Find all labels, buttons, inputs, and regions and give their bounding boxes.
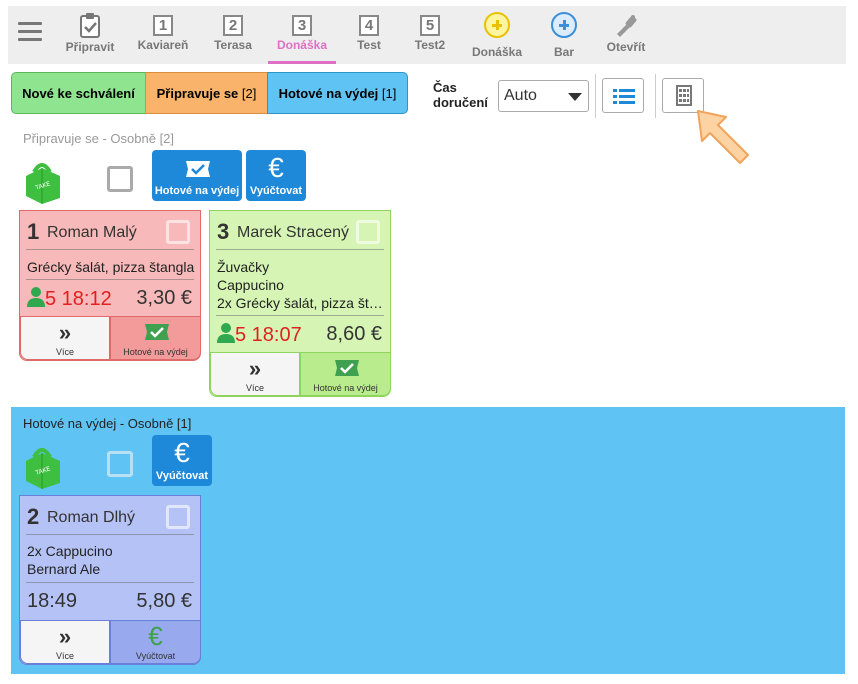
filter-preparing[interactable]: Připravuje se [2] <box>145 72 268 114</box>
order-items: Žuvačky Cappucino 2x Grécky šalát, pizza… <box>217 259 383 311</box>
nav-label: Kaviareň <box>137 38 189 52</box>
card-ready-button[interactable]: Hotové na výdej <box>110 316 201 360</box>
order-checkbox[interactable] <box>166 505 190 529</box>
filter-label: Připravuje se <box>156 86 239 101</box>
divider <box>26 249 194 250</box>
nav-label: Bar <box>553 45 574 59</box>
list-view-button[interactable] <box>602 78 644 113</box>
select-all-checkbox[interactable] <box>107 166 133 192</box>
delivery-time-label: Čas doručení <box>433 80 488 110</box>
section-title-preparing: Připravuje se - Osobně [2] <box>23 131 175 146</box>
select-all-checkbox[interactable] <box>107 451 133 477</box>
delivery-time-select[interactable]: Auto <box>498 80 589 112</box>
double-chevron-right-icon: » <box>58 320 72 345</box>
nav-label: Připravit <box>65 40 115 54</box>
nav-label: Terasa <box>214 38 252 52</box>
order-number: 2 <box>27 504 40 529</box>
plus-circle-blue-icon <box>551 12 577 38</box>
ticket-check-icon <box>186 161 210 177</box>
table-4-icon: 4 <box>359 15 379 36</box>
more-button[interactable]: » Více <box>210 352 300 396</box>
euro-icon: € <box>148 621 163 651</box>
divider <box>595 74 596 118</box>
mark-ready-button[interactable]: Hotové na výdej <box>152 150 242 201</box>
bill-button[interactable]: € Vyúčtovat <box>152 435 212 486</box>
nav-item-test[interactable]: 4 Test <box>353 12 385 64</box>
divider <box>216 315 384 316</box>
double-chevron-right-icon: » <box>58 624 72 649</box>
order-price: 5,80 € <box>136 590 192 612</box>
euro-icon: € <box>268 152 284 183</box>
more-button[interactable]: » Více <box>20 316 110 360</box>
filter-label: Hotové na výdej <box>278 86 379 101</box>
order-checkbox[interactable] <box>356 220 380 244</box>
customer-name: Marek Stracený <box>237 224 350 241</box>
pointer-arrow-icon <box>697 110 749 164</box>
nav-label: Donáška <box>276 38 328 52</box>
order-card[interactable]: 1 Roman Malý Grécky šalát, pizza štangla… <box>19 210 201 361</box>
double-chevron-right-icon: » <box>248 356 262 381</box>
order-time: 18:49 <box>27 590 78 612</box>
top-nav-bar: Připravit 1 Kaviareň 2 Terasa 3 Donáška … <box>8 6 846 64</box>
order-number: 3 <box>217 219 230 244</box>
nav-label: Otevřít <box>606 40 646 54</box>
takeaway-bag-icon: TAKE <box>26 448 60 489</box>
customer-name: Roman Dlhý <box>47 509 136 526</box>
table-2-icon: 2 <box>223 15 243 36</box>
order-time: 5 18:12 <box>27 287 112 311</box>
order-checkbox[interactable] <box>166 220 190 244</box>
chevron-down-icon <box>568 93 582 101</box>
filter-ready[interactable]: Hotové na výdej [1] <box>267 72 408 114</box>
more-button[interactable]: » Více <box>20 620 110 664</box>
nav-item-test2[interactable]: 5 Test2 <box>412 12 448 64</box>
filter-label: Nové ke schválení <box>22 86 135 101</box>
order-items: Grécky šalát, pizza štangla <box>27 259 195 275</box>
table-5-icon: 5 <box>420 15 440 36</box>
card-bill-button[interactable]: € Vyúčtovat <box>110 620 201 664</box>
hamburger-menu-icon[interactable] <box>18 22 42 42</box>
order-time: 5 18:07 <box>217 323 302 347</box>
ticket-check-icon <box>145 324 169 340</box>
nav-item-pripravit[interactable]: Připravit <box>64 12 116 64</box>
nav-label: Donáška <box>471 45 523 59</box>
list-icon <box>613 89 635 104</box>
order-card[interactable]: 2 Roman Dlhý 2x Cappucino Bernard Ale 18… <box>19 495 201 665</box>
bill-button[interactable]: € Vyúčtovat <box>246 150 306 201</box>
clipboard-check-icon <box>80 13 100 38</box>
order-card[interactable]: 3 Marek Stracený Žuvačky Cappucino 2x Gr… <box>209 210 391 397</box>
card-ready-button[interactable]: Hotové na výdej <box>300 352 391 396</box>
divider <box>26 279 194 280</box>
nav-item-terasa[interactable]: 2 Terasa <box>211 12 255 64</box>
nav-item-kaviaren[interactable]: 1 Kaviareň <box>135 12 191 64</box>
divider <box>26 582 194 583</box>
bottle-opener-icon <box>617 15 637 37</box>
table-1-icon: 1 <box>153 15 173 36</box>
divider <box>655 74 656 118</box>
person-icon <box>217 323 235 343</box>
plus-circle-yellow-icon <box>484 12 510 38</box>
filter-count: [1] <box>381 86 397 101</box>
nav-label: Test <box>357 38 381 52</box>
order-items: 2x Cappucino Bernard Ale <box>27 543 113 577</box>
nav-item-bar-add[interactable]: Bar <box>548 12 580 64</box>
filter-count: [2] <box>241 86 257 101</box>
section-title-ready: Hotové na výdej - Osobně [1] <box>23 416 192 431</box>
person-icon <box>27 287 45 307</box>
nav-item-donaska-add[interactable]: Donáška <box>469 12 525 64</box>
customer-name: Roman Malý <box>47 224 137 241</box>
filter-new-to-approve[interactable]: Nové ke schválení <box>11 72 146 114</box>
takeaway-bag-icon: TAKE <box>26 163 60 204</box>
table-3-icon: 3 <box>292 15 312 36</box>
nav-item-otevrit[interactable]: Otevřít <box>604 12 648 64</box>
order-price: 3,30 € <box>136 287 192 309</box>
nav-label: Test2 <box>414 38 446 52</box>
divider <box>26 534 194 535</box>
order-price: 8,60 € <box>326 323 382 345</box>
divider <box>216 249 384 250</box>
order-number: 1 <box>27 219 40 244</box>
euro-icon: € <box>174 437 190 468</box>
nav-item-donaska-active[interactable]: 3 Donáška <box>268 12 336 64</box>
ticket-check-icon <box>335 360 359 376</box>
